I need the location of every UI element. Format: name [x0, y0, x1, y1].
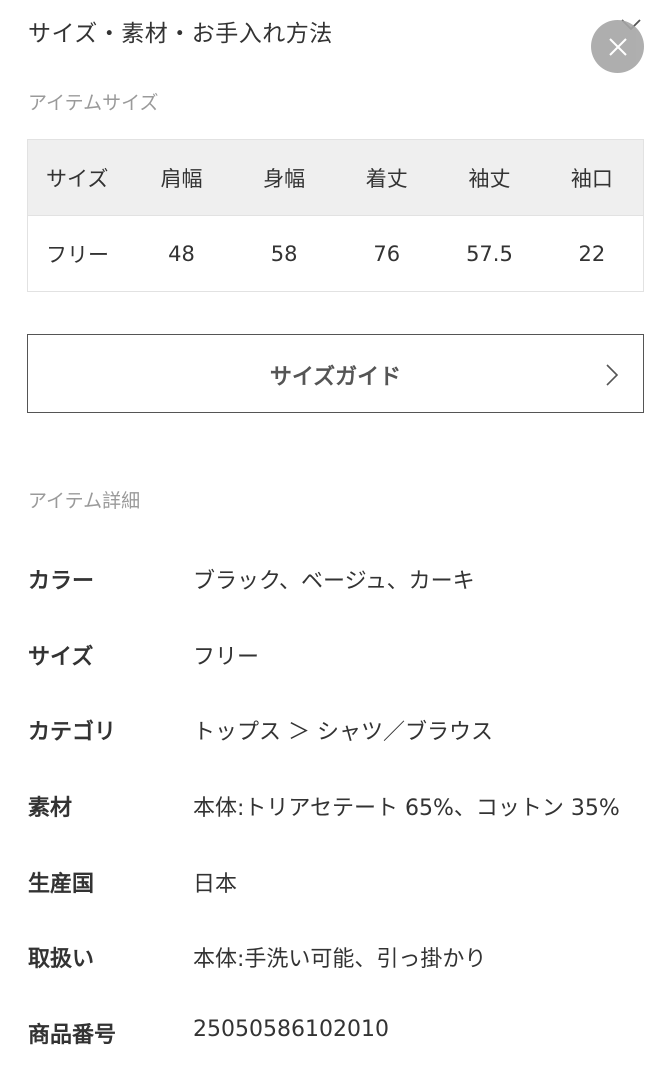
detail-row-color: カラー ブラック、ベージュ、カーキ: [28, 563, 658, 597]
size-table-cell: 58: [270, 241, 298, 266]
size-table-header-row: サイズ 肩幅 身幅 着丈 袖丈 袖口: [27, 139, 644, 216]
size-table-cell: 57.5: [466, 241, 513, 266]
size-table-header: 身幅: [263, 166, 306, 191]
item-size-label: アイテムサイズ: [28, 92, 159, 114]
item-detail-label: アイテム詳細: [28, 490, 141, 512]
size-table-header: サイズ: [46, 166, 109, 191]
detail-row-material: 素材 本体:トリアセテート 65%、コットン 35%: [28, 790, 658, 824]
detail-value: トップス ＞ シャツ／ブラウス: [193, 720, 493, 745]
modal-title: サイズ・素材・お手入れ方法: [28, 21, 333, 47]
detail-row-product-number: 商品番号 25050586102010: [28, 1017, 658, 1051]
detail-value: 本体:手洗い可能、引っ掛かり: [193, 947, 487, 972]
close-icon: [608, 37, 627, 56]
detail-row-size: サイズ フリー: [28, 639, 658, 673]
detail-key: 取扱い: [28, 947, 95, 972]
detail-key: 商品番号: [28, 1023, 117, 1048]
size-table: サイズ 肩幅 身幅 着丈 袖丈 袖口 フリー 48 58 76 57.5 22: [27, 139, 644, 292]
detail-key: 生産国: [28, 872, 95, 897]
detail-key: 素材: [28, 796, 73, 821]
detail-row-country: 生産国 日本: [28, 866, 658, 900]
size-table-header: 袖丈: [468, 166, 511, 191]
detail-key: カラー: [28, 569, 95, 594]
size-table-header: 袖口: [570, 166, 613, 191]
detail-value: 25050586102010: [193, 1017, 389, 1042]
detail-key: サイズ: [28, 645, 94, 670]
size-table-header: 肩幅: [160, 166, 203, 191]
detail-key: カテゴリ: [28, 720, 117, 745]
size-table-cell: 22: [578, 241, 606, 266]
size-guide-button[interactable]: サイズガイド: [27, 334, 644, 413]
size-table-cell: 48: [168, 241, 195, 266]
close-button[interactable]: [591, 20, 644, 73]
size-table-cell: フリー: [46, 242, 109, 267]
size-guide-label: サイズガイド: [269, 365, 402, 390]
detail-value: 本体:トリアセテート 65%、コットン 35%: [193, 796, 620, 821]
detail-value: フリー: [193, 645, 260, 670]
size-material-care-modal: サイズ・素材・お手入れ方法 アイテムサイズ サイズ 肩幅 身幅 着丈 袖丈 袖口…: [0, 0, 672, 1080]
chevron-right-icon: [606, 364, 619, 386]
size-table-row: フリー 48 58 76 57.5 22: [27, 215, 644, 292]
size-table-cell: 76: [373, 241, 401, 266]
detail-value: ブラック、ベージュ、カーキ: [193, 569, 475, 594]
detail-value: 日本: [193, 872, 238, 897]
detail-row-category: カテゴリ トップス ＞ シャツ／ブラウス: [28, 714, 658, 748]
size-table-header: 着丈: [365, 166, 408, 191]
detail-row-care: 取扱い 本体:手洗い可能、引っ掛かり: [28, 941, 658, 975]
